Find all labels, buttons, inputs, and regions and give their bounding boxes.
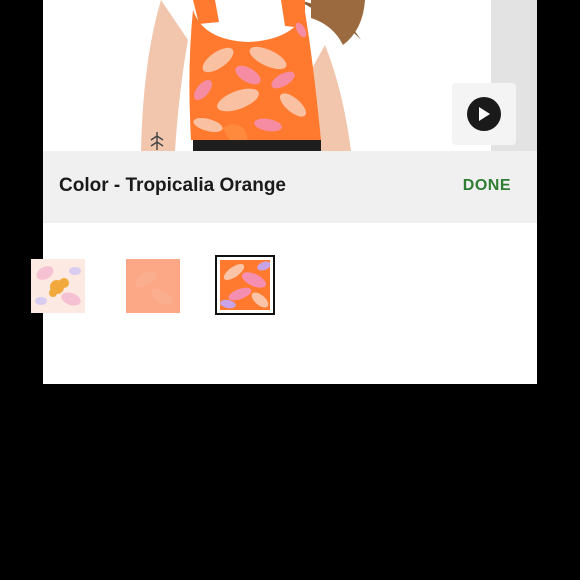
color-swatch-floral-white[interactable] [31, 259, 85, 313]
color-picker-sheet: Color - Tropicalia Orange DONE [43, 0, 537, 384]
color-swatch-tropicalia-orange-selected[interactable] [215, 255, 275, 315]
swatch-pattern [31, 259, 85, 313]
play-icon [467, 97, 501, 131]
product-image[interactable] [43, 0, 537, 151]
selected-color-label: Color - Tropicalia Orange [59, 175, 286, 196]
color-swatch-peach[interactable] [126, 259, 180, 313]
color-header: Color - Tropicalia Orange DONE [43, 151, 537, 223]
play-video-button[interactable] [452, 83, 516, 145]
done-button[interactable]: DONE [463, 177, 511, 195]
swatch-pattern [126, 259, 180, 313]
swatch-pattern [220, 260, 270, 310]
